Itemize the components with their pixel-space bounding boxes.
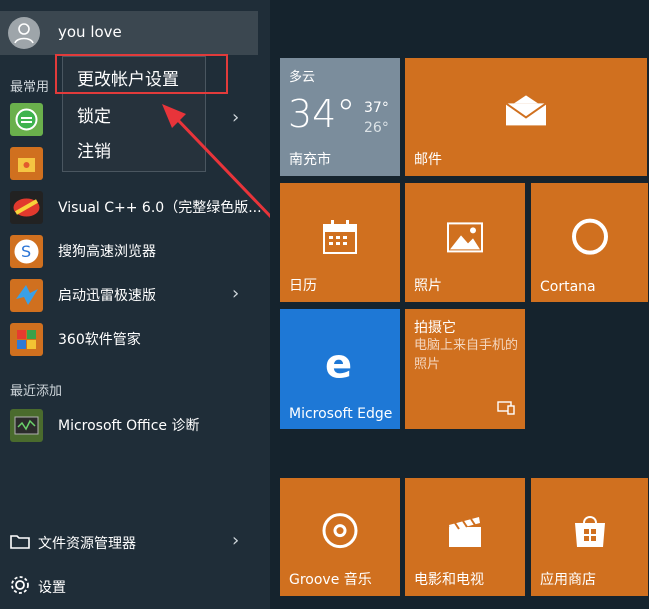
svg-text:e: e <box>325 343 352 383</box>
cortana-icon <box>570 216 610 260</box>
weather-temp: 34° <box>288 92 356 136</box>
weather-condition: 多云 <box>289 70 316 85</box>
weather-low: 26° <box>364 120 389 136</box>
mail-tile[interactable]: 邮件 <box>405 58 647 176</box>
movies-tile[interactable]: 电影和电视 <box>405 478 525 596</box>
store-icon <box>572 513 608 553</box>
edge-tile[interactable]: e Microsoft Edge <box>280 309 400 429</box>
capture-tile[interactable]: 拍摄它 电脑上来自手机的照片 <box>405 309 525 429</box>
edge-icon: e <box>320 342 360 388</box>
photos-tile[interactable]: 照片 <box>405 183 525 302</box>
groove-icon <box>320 511 360 555</box>
clapperboard-icon <box>445 513 485 553</box>
store-tile[interactable]: 应用商店 <box>531 478 648 596</box>
mail-icon <box>504 95 548 131</box>
photos-icon <box>446 221 484 257</box>
weather-high: 37° <box>364 100 389 116</box>
weather-tile[interactable]: 多云 34° 37° 26° 南充市 <box>280 58 400 176</box>
calendar-icon <box>322 219 358 259</box>
weather-city: 南充市 <box>289 152 331 168</box>
calendar-tile[interactable]: 日历 <box>280 183 400 302</box>
groove-tile[interactable]: Groove 音乐 <box>280 478 400 596</box>
cortana-tile[interactable]: Cortana <box>531 183 648 302</box>
device-icon <box>497 400 515 419</box>
